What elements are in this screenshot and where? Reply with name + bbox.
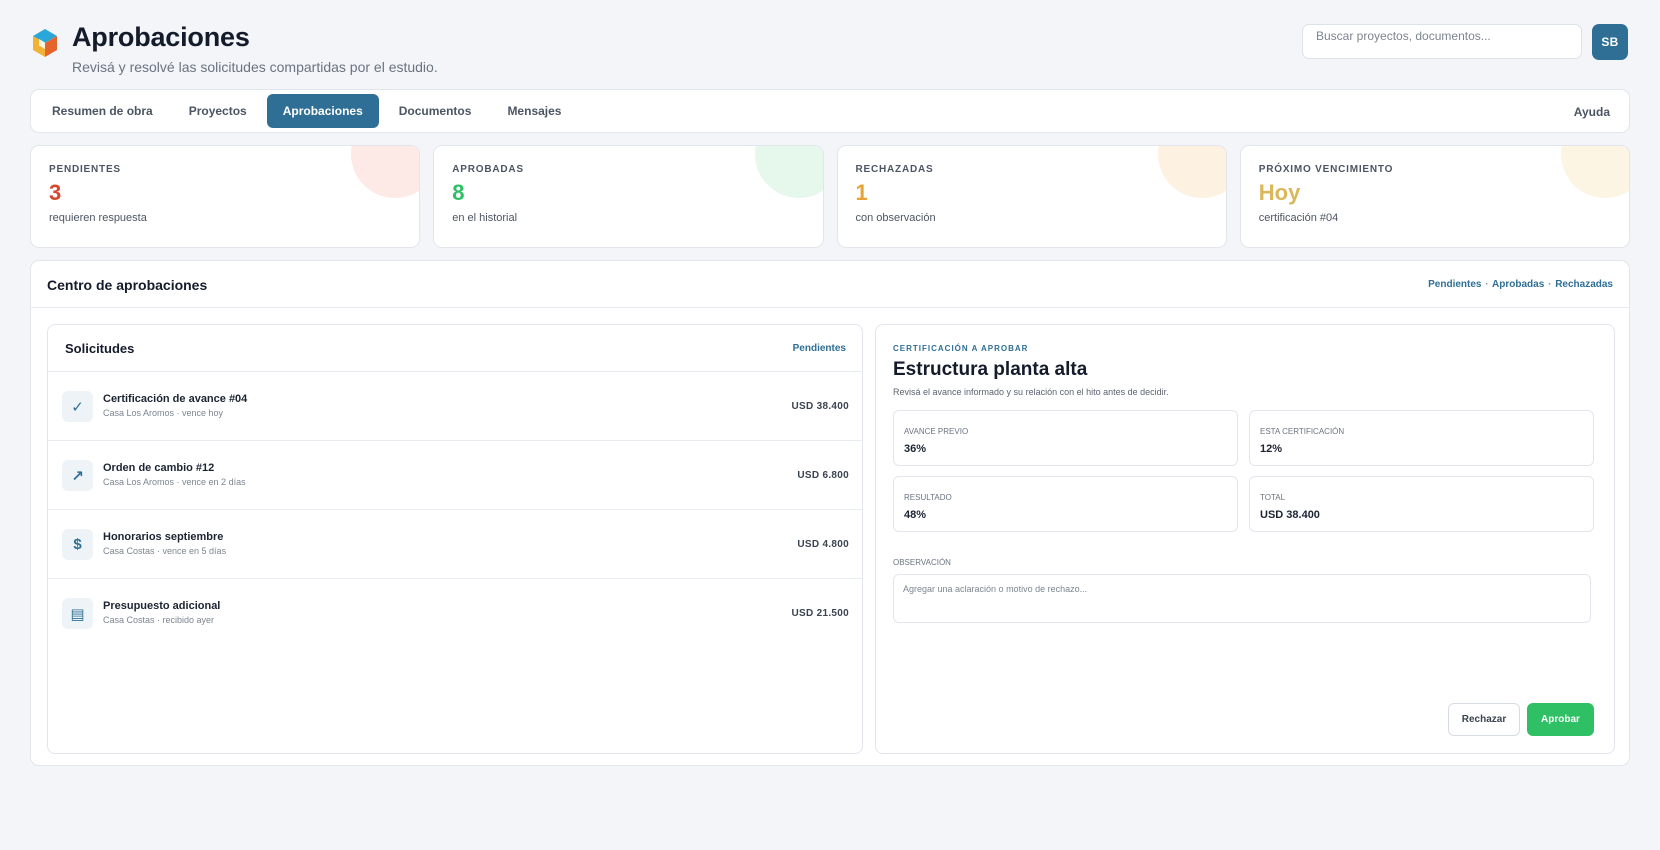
stat-card-proximo-vencimiento: PRÓXIMO VENCIMIENTO Hoy certificación #0… — [1239, 145, 1630, 248]
user-avatar[interactable]: SB — [1592, 24, 1628, 60]
request-amount: USD 21.500 — [791, 608, 849, 619]
observation-field[interactable] — [893, 574, 1591, 623]
stat-value: 1 — [855, 180, 868, 205]
dollar-icon: $ — [62, 529, 93, 560]
stat-card-pendientes: PENDIENTES 3 requieren respuesta — [30, 145, 421, 248]
request-amount: USD 4.800 — [797, 539, 849, 550]
list-item[interactable]: ↗ Orden de cambio #12 Casa Los Aromos · … — [48, 441, 862, 510]
tab-resumen-de-obra[interactable]: Resumen de obra — [36, 94, 169, 128]
list-item[interactable]: ▤ Presupuesto adicional Casa Costas · re… — [48, 579, 862, 648]
check-icon: ✓ — [62, 391, 93, 422]
stat-note: requieren respuesta — [49, 212, 147, 224]
status-filters: Pendientes · Aprobadas · Rechazadas — [1428, 279, 1613, 290]
approvals-center-panel: Centro de aprobaciones Pendientes · Apro… — [30, 260, 1630, 766]
reject-button[interactable]: Rechazar — [1448, 703, 1520, 736]
arrow-up-right-icon: ↗ — [62, 460, 93, 491]
metric-value: USD 38.400 — [1260, 509, 1320, 521]
panel-header: Centro de aprobaciones Pendientes · Apro… — [31, 261, 1629, 308]
approve-button[interactable]: Aprobar — [1527, 703, 1594, 736]
stat-note: certificación #04 — [1258, 212, 1339, 224]
filter-separator: · — [1485, 279, 1489, 290]
metric-label: Avance previo — [904, 427, 969, 436]
list-item[interactable]: $ Honorarios septiembre Casa Costas · ve… — [48, 510, 862, 579]
decorative-circle — [351, 146, 420, 198]
request-name: Orden de cambio #12 — [103, 462, 215, 474]
filter-aprobadas[interactable]: Aprobadas — [1492, 279, 1544, 290]
requests-filter[interactable]: Pendientes — [793, 343, 846, 354]
stat-value: 3 — [49, 180, 62, 205]
detail-eyebrow: CERTIFICACIÓN A APROBAR — [893, 344, 1029, 353]
metric-value: 48% — [904, 509, 927, 521]
metric-label: Resultado — [904, 493, 952, 502]
filter-pendientes[interactable]: Pendientes — [1428, 279, 1481, 290]
metric-total: Total USD 38.400 — [1249, 476, 1594, 532]
stat-label: PRÓXIMO VENCIMIENTO — [1258, 164, 1394, 175]
request-name: Presupuesto adicional — [103, 600, 221, 612]
decorative-circle — [1157, 146, 1226, 198]
request-name: Honorarios septiembre — [103, 531, 224, 543]
metric-avance-previo: Avance previo 36% — [893, 410, 1238, 466]
stat-card-aprobadas: APROBADAS 8 en el historial — [433, 145, 824, 248]
metric-esta-certificacion: Esta certificación 12% — [1249, 410, 1594, 466]
metric-value: 12% — [1260, 443, 1283, 455]
request-meta: Casa Costas · vence en 5 días — [103, 546, 227, 556]
tab-proyectos[interactable]: Proyectos — [173, 94, 263, 128]
metric-label: Total — [1260, 493, 1286, 502]
cube-logo-icon — [33, 29, 57, 57]
main-nav: Resumen de obra Proyectos Aprobaciones D… — [30, 89, 1630, 133]
page-subtitle: Revisá y resolvé las solicitudes compart… — [72, 59, 438, 75]
request-amount: USD 6.800 — [797, 470, 849, 481]
stat-label: APROBADAS — [452, 164, 524, 175]
tab-mensajes[interactable]: Mensajes — [491, 94, 577, 128]
stats-row: PENDIENTES 3 requieren respuesta APROBAD… — [30, 145, 1630, 248]
requests-list-header: Solicitudes Pendientes — [48, 325, 862, 372]
metric-resultado: Resultado 48% — [893, 476, 1238, 532]
page-title: Aprobaciones — [72, 22, 250, 52]
stat-note: en el historial — [452, 212, 518, 224]
filter-rechazadas[interactable]: Rechazadas — [1555, 279, 1613, 290]
approval-detail-card: CERTIFICACIÓN A APROBAR Estructura plant… — [875, 324, 1615, 754]
metric-label: Esta certificación — [1260, 427, 1345, 436]
stat-value: 8 — [452, 180, 465, 205]
detail-description: Revisá el avance informado y su relación… — [893, 387, 1169, 397]
panel-title: Centro de aprobaciones — [47, 277, 208, 293]
stat-card-rechazadas: RECHAZADAS 1 con observación — [836, 145, 1227, 248]
stat-label: PENDIENTES — [49, 164, 121, 175]
list-item[interactable]: ✓ Certificación de avance #04 Casa Los A… — [48, 372, 862, 441]
stat-value: Hoy — [1258, 180, 1301, 205]
request-meta: Casa Los Aromos · vence en 2 días — [103, 477, 246, 487]
request-meta: Casa Costas · recibido ayer — [103, 615, 215, 625]
decorative-circle — [754, 146, 823, 198]
request-meta: Casa Los Aromos · vence hoy — [103, 408, 224, 418]
decorative-circle — [1561, 146, 1629, 198]
stat-label: RECHAZADAS — [855, 164, 934, 175]
document-icon: ▤ — [62, 598, 93, 629]
requests-list: Solicitudes Pendientes ✓ Certificación d… — [47, 324, 863, 754]
nav-tabs: Resumen de obra Proyectos Aprobaciones D… — [36, 94, 577, 128]
filter-separator: · — [1548, 279, 1552, 290]
request-amount: USD 38.400 — [791, 401, 849, 412]
request-name: Certificación de avance #04 — [103, 393, 248, 405]
metric-value: 36% — [904, 443, 927, 455]
observation-label: OBSERVACIÓN — [893, 558, 951, 567]
tab-documentos[interactable]: Documentos — [383, 94, 488, 128]
detail-title: Estructura planta alta — [893, 359, 1088, 380]
search-input[interactable] — [1302, 24, 1582, 59]
page-header: Aprobaciones Revisá y resolvé las solici… — [32, 22, 1628, 82]
help-link[interactable]: Ayuda — [1574, 105, 1610, 119]
stat-note: con observación — [855, 212, 936, 224]
tab-aprobaciones[interactable]: Aprobaciones — [266, 94, 379, 128]
requests-title: Solicitudes — [65, 341, 135, 356]
